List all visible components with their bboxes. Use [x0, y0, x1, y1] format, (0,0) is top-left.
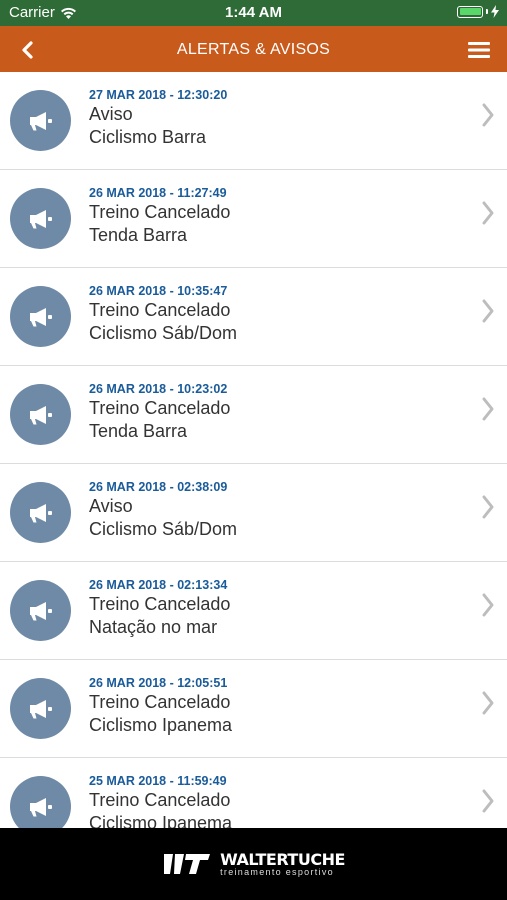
- megaphone-icon: [29, 405, 52, 424]
- alert-item[interactable]: 26 MAR 2018 - 02:13:34 Treino Cancelado …: [0, 562, 507, 660]
- alert-date: 25 MAR 2018 - 11:59:49: [89, 774, 227, 788]
- alert-title: Aviso: [89, 496, 133, 516]
- alert-date: 26 MAR 2018 - 02:13:34: [89, 578, 228, 592]
- status-bar: Carrier 1:44 AM: [0, 0, 507, 26]
- megaphone-avatar: [10, 678, 71, 739]
- brand-tagline: treinamento esportivo: [220, 866, 334, 877]
- megaphone-avatar: [10, 188, 71, 249]
- megaphone-icon: [29, 699, 52, 718]
- alert-title: Aviso: [89, 104, 133, 124]
- alert-date: 27 MAR 2018 - 12:30:20: [89, 88, 228, 102]
- alert-title: Treino Cancelado: [89, 300, 231, 320]
- alerts-list: 27 MAR 2018 - 12:30:20 Aviso Ciclismo Ba…: [0, 72, 507, 828]
- status-time: 1:44 AM: [225, 4, 282, 21]
- megaphone-avatar: [10, 482, 71, 543]
- footer-banner: WALTERTUCHE treinamento esportivo: [0, 828, 507, 900]
- alert-item[interactable]: 27 MAR 2018 - 12:30:20 Aviso Ciclismo Ba…: [0, 72, 507, 170]
- alert-date: 26 MAR 2018 - 11:27:49: [89, 186, 227, 200]
- megaphone-icon: [29, 503, 52, 522]
- charging-bolt-icon: [491, 5, 499, 18]
- alert-subtitle: Tenda Barra: [89, 225, 188, 245]
- alert-subtitle: Ciclismo Ipanema: [89, 813, 233, 828]
- alert-date: 26 MAR 2018 - 12:05:51: [89, 676, 228, 690]
- alert-subtitle: Natação no mar: [89, 617, 218, 637]
- nav-bar: ALERTAS & AVISOS: [0, 26, 507, 72]
- megaphone-avatar: [10, 286, 71, 347]
- chevron-right-icon: [482, 789, 494, 813]
- alert-date: 26 MAR 2018 - 10:23:02: [89, 382, 228, 396]
- battery-icon: [457, 5, 499, 18]
- brand-name: WALTERTUCHE: [220, 849, 345, 869]
- megaphone-icon: [29, 111, 52, 130]
- alert-title: Treino Cancelado: [89, 202, 231, 222]
- alert-title: Treino Cancelado: [89, 790, 231, 810]
- alert-item[interactable]: 26 MAR 2018 - 11:27:49 Treino Cancelado …: [0, 170, 507, 268]
- alert-title: Treino Cancelado: [89, 594, 231, 614]
- chevron-right-icon: [482, 201, 494, 225]
- megaphone-icon: [29, 307, 52, 326]
- alert-subtitle: Ciclismo Sáb/Dom: [89, 323, 238, 343]
- megaphone-avatar: [10, 90, 71, 151]
- alert-subtitle: Tenda Barra: [89, 421, 188, 441]
- alert-item[interactable]: 26 MAR 2018 - 10:23:02 Treino Cancelado …: [0, 366, 507, 464]
- alert-item[interactable]: 26 MAR 2018 - 12:05:51 Treino Cancelado …: [0, 660, 507, 758]
- brand-logo: WALTERTUCHE treinamento esportivo: [162, 851, 345, 877]
- hamburger-menu-icon: [468, 42, 490, 58]
- alert-item[interactable]: 26 MAR 2018 - 02:38:09 Aviso Ciclismo Sá…: [0, 464, 507, 562]
- chevron-right-icon: [482, 495, 494, 519]
- alert-date: 26 MAR 2018 - 02:38:09: [89, 480, 228, 494]
- alert-title: Treino Cancelado: [89, 692, 231, 712]
- alert-title: Treino Cancelado: [89, 398, 231, 418]
- chevron-right-icon: [482, 299, 494, 323]
- chevron-right-icon: [482, 103, 494, 127]
- wt-logo-icon: [164, 854, 211, 874]
- menu-button[interactable]: [467, 40, 491, 60]
- alert-subtitle: Ciclismo Sáb/Dom: [89, 519, 238, 539]
- alert-subtitle: Ciclismo Barra: [89, 127, 207, 147]
- alert-subtitle: Ciclismo Ipanema: [89, 715, 233, 735]
- megaphone-avatar: [10, 580, 71, 641]
- megaphone-icon: [29, 601, 52, 620]
- megaphone-avatar: [10, 776, 71, 828]
- megaphone-icon: [29, 209, 52, 228]
- megaphone-avatar: [10, 384, 71, 445]
- alert-item[interactable]: 25 MAR 2018 - 11:59:49 Treino Cancelado …: [0, 758, 507, 828]
- alert-item[interactable]: 26 MAR 2018 - 10:35:47 Treino Cancelado …: [0, 268, 507, 366]
- alert-date: 26 MAR 2018 - 10:35:47: [89, 284, 228, 298]
- page-title: ALERTAS & AVISOS: [176, 41, 331, 58]
- chevron-right-icon: [482, 593, 494, 617]
- chevron-right-icon: [482, 397, 494, 421]
- chevron-right-icon: [482, 691, 494, 715]
- megaphone-icon: [29, 797, 52, 816]
